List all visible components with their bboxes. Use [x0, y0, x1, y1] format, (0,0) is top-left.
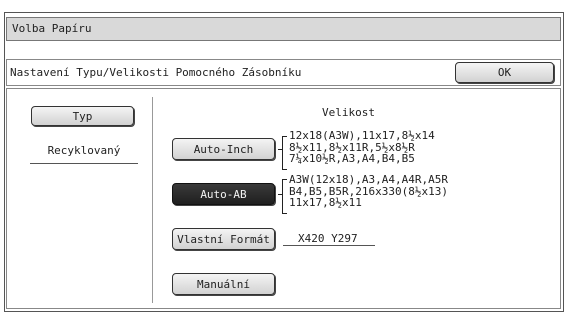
size-line: 11x17,8½x11 — [289, 196, 362, 209]
custom-size-underline — [283, 245, 375, 246]
current-paper-type: Recyklovaný — [47, 144, 121, 157]
auto-ab-button[interactable]: Auto-AB — [172, 183, 275, 205]
size-heading: Velikost — [322, 106, 375, 119]
type-button[interactable]: Typ — [31, 106, 134, 126]
custom-size-button[interactable]: Vlastní Formát — [172, 228, 275, 250]
size-line: 7¼x10½R,A3,A4,B4,B5 — [289, 152, 415, 165]
auto-ab-size-list: A3W(12x18),A3,A4,A4R,A5R B4,B5,B5R,216x3… — [289, 174, 448, 209]
auto-inch-size-list: 12x18(A3W),11x17,8½x14 8½x11,8½x11R,5½x8… — [289, 130, 435, 165]
window-title: Volba Papíru — [6, 17, 561, 41]
custom-size-value: X420 Y297 — [298, 232, 358, 245]
size-line: 12x18(A3W),11x17,8½x14 — [289, 129, 435, 142]
ok-button[interactable]: OK — [455, 62, 554, 83]
column-divider — [152, 97, 153, 303]
manual-button[interactable]: Manuální — [172, 273, 275, 295]
auto-ab-bracket — [282, 179, 287, 214]
section-title: Nastavení Typu/Velikosti Pomocného Zásob… — [10, 66, 302, 79]
auto-inch-bracket — [282, 136, 287, 170]
type-underline — [30, 163, 138, 164]
auto-inch-button[interactable]: Auto-Inch — [172, 138, 275, 160]
size-line: A3W(12x18),A3,A4,A4R,A5R — [289, 173, 448, 186]
